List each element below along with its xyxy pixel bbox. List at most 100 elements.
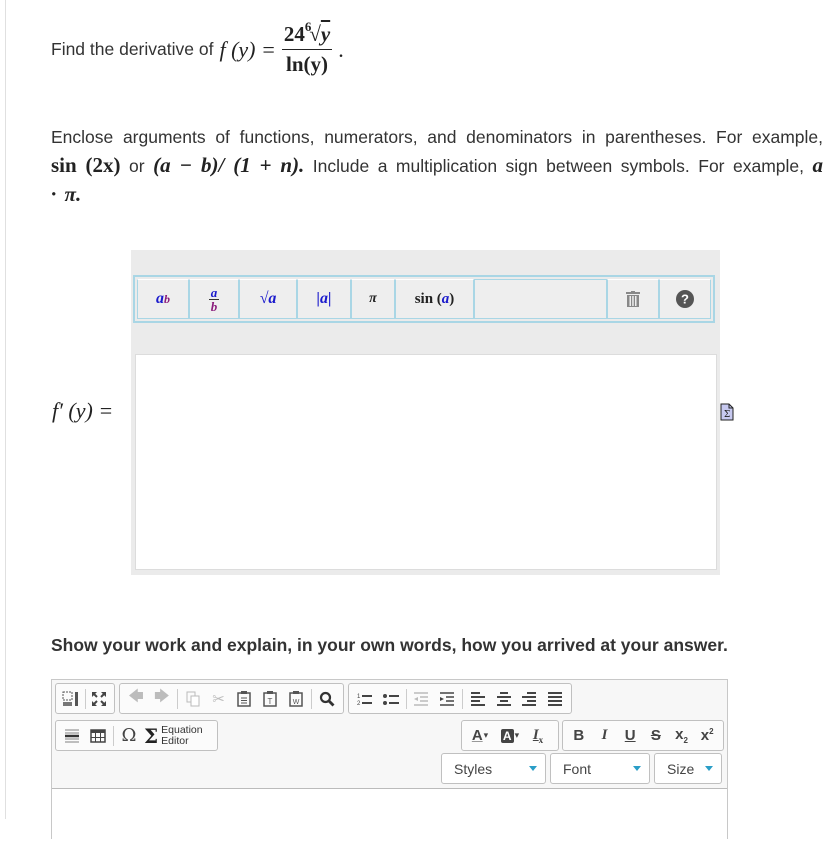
paste-word-button[interactable]: W [283, 687, 309, 711]
undo-button[interactable]: 🡄 [123, 687, 149, 711]
question-text: Find the derivative of [51, 39, 214, 59]
styles-label: Styles [454, 760, 493, 777]
align-center-button[interactable] [491, 687, 517, 711]
paste-word-icon: W [289, 691, 303, 707]
bold-button[interactable]: B [566, 724, 592, 748]
outdent-button[interactable] [408, 687, 434, 711]
redo-icon: 🡆 [154, 688, 170, 705]
help-button[interactable]: ? [659, 279, 711, 319]
justify-button[interactable] [542, 687, 568, 711]
bullet-list-button[interactable] [378, 687, 404, 711]
answer-label-text: f′ (y) = [52, 398, 114, 423]
size-label: Size [667, 760, 695, 777]
separator [113, 725, 114, 746]
underline-button[interactable]: U [617, 724, 643, 748]
chevron-down-icon: ▾ [483, 730, 489, 740]
source-button[interactable] [59, 687, 83, 711]
instructions: Enclose arguments of functions, numerato… [51, 123, 823, 209]
source-icon [62, 691, 78, 706]
cut-button[interactable]: ✂ [206, 687, 232, 711]
remove-format-icon: Ix [532, 726, 544, 745]
example-sin: sin (2x) [51, 153, 121, 177]
table-button[interactable] [85, 724, 111, 748]
strikethrough-button[interactable]: S [643, 724, 669, 748]
find-button[interactable] [314, 687, 340, 711]
align-right-button[interactable] [516, 687, 542, 711]
fraction-den: b [210, 298, 218, 314]
text-color-button[interactable]: A ▾ [465, 724, 495, 748]
toolbar-group-colors: A ▾ A ▾ Ix [461, 720, 559, 751]
omega-icon: Ω [121, 725, 137, 746]
power-button[interactable]: ab [137, 279, 189, 319]
function-lhs: f (y) = [219, 36, 276, 62]
search-icon [319, 691, 335, 706]
equation-file-icon[interactable]: Σ [720, 403, 734, 421]
superscript-icon: x2 [700, 727, 714, 744]
table-icon [90, 728, 106, 743]
separator [176, 688, 178, 709]
question-prompt: Find the derivative of f (y) = 246√y ln(… [51, 12, 344, 87]
paste-text-button[interactable]: T [257, 687, 283, 711]
align-right-icon [522, 691, 537, 706]
clear-button[interactable] [607, 279, 659, 319]
copy-button[interactable] [180, 687, 206, 711]
numbered-list-button[interactable]: 12 [352, 687, 378, 711]
numerator: 246√y [280, 19, 334, 49]
indent-icon [440, 691, 455, 706]
power-exp: b [164, 291, 170, 306]
numbered-list-icon: 12 [357, 694, 372, 706]
superscript-button[interactable]: x2 [694, 724, 720, 748]
end-punct: . [338, 36, 344, 62]
underline-icon: U [624, 727, 636, 744]
equation-editor-button[interactable]: Σ Equation Editor [142, 724, 205, 748]
cut-icon: ✂ [212, 690, 225, 708]
align-left-button[interactable] [465, 687, 491, 711]
special-char-button[interactable]: Ω [116, 724, 142, 748]
text-color-icon: A [471, 727, 483, 744]
outdent-icon [414, 691, 429, 706]
root-index: 6 [304, 19, 312, 34]
chevron-down-icon [705, 766, 713, 771]
answer-label: f′ (y) = [52, 398, 113, 424]
question-formula: f (y) = 246√y ln(y) . [219, 19, 344, 77]
sin-button[interactable]: sin (a) [395, 279, 474, 319]
sqrt-button[interactable]: √a [239, 279, 297, 319]
show-work-prompt: Show your work and explain, in your own … [51, 635, 728, 655]
eq-label-2: Editor [161, 734, 189, 747]
indent-button[interactable] [434, 687, 460, 711]
remove-format-button[interactable]: Ix [525, 724, 551, 748]
font-dropdown[interactable]: Font [550, 753, 650, 784]
fraction-button[interactable]: a b [189, 279, 239, 319]
redo-button[interactable]: 🡆 [149, 687, 175, 711]
chevron-down-icon: ▾ [514, 730, 520, 740]
svg-text:?: ? [681, 292, 689, 307]
styles-dropdown[interactable]: Styles [441, 753, 546, 784]
answer-input[interactable] [135, 354, 717, 570]
pi-button[interactable]: π [351, 279, 395, 319]
paste-button[interactable] [232, 687, 258, 711]
toolbar-group-clipboard: 🡄 🡆 ✂ T W [119, 683, 344, 714]
separator [84, 688, 86, 709]
maximize-button[interactable] [87, 687, 111, 711]
bg-color-button[interactable]: A ▾ [495, 724, 525, 748]
maximize-icon [92, 691, 107, 706]
svg-text:1: 1 [357, 694, 361, 700]
align-center-icon [496, 691, 511, 706]
trash-icon [626, 291, 640, 307]
rich-text-editor: 🡄 🡆 ✂ T W 12 Ω Σ EquationEditor A▾ A▾ [51, 679, 728, 849]
fraction: 246√y ln(y) [280, 19, 334, 77]
italic-button[interactable]: I [592, 724, 618, 748]
equation-editor-label: Equation Editor [161, 724, 202, 747]
svg-text:2: 2 [357, 701, 361, 706]
align-left-icon [470, 691, 485, 706]
sin-fn: sin [414, 290, 434, 307]
toolbar-spacer [474, 279, 607, 319]
instr-or: or [129, 156, 145, 176]
horizontal-rule-button[interactable] [59, 724, 85, 748]
abs-button[interactable]: |a| [297, 279, 351, 319]
subscript-button[interactable]: x2 [669, 724, 695, 748]
undo-icon: 🡄 [128, 688, 144, 705]
bullet-list-icon [382, 693, 399, 705]
toolbar-group-basic-styles: B I U S x2 x2 [562, 720, 724, 751]
size-dropdown[interactable]: Size [654, 753, 722, 784]
